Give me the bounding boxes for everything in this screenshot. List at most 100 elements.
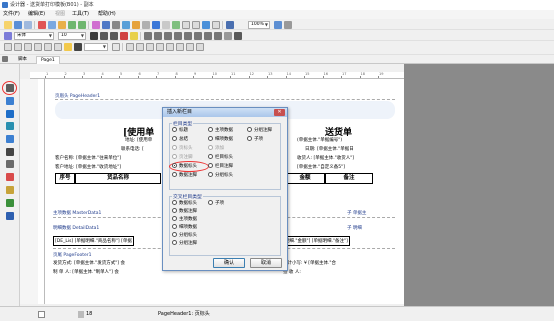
customer-name-field[interactable]: 客户名称: [单据主体."往来单位"] (55, 155, 121, 161)
contact-field[interactable]: 联系电话: [ (121, 146, 144, 152)
font-name-combo[interactable]: 宋体 ▼ (14, 31, 54, 40)
checkbox-object-icon[interactable] (6, 186, 14, 194)
radio-master-data[interactable]: 主项数据 (208, 126, 233, 134)
detail-row[interactable]: [DE_Lis] [单据明细."商品名称"] [单据 (53, 236, 134, 246)
align-middle-icon[interactable] (194, 31, 202, 40)
system-text-icon[interactable] (6, 122, 14, 130)
pointer-icon[interactable] (2, 56, 8, 62)
radio-data-footer[interactable]: 数据注脚 (172, 171, 197, 179)
barcode-object-icon[interactable] (6, 199, 14, 207)
radio-cross-data-footer[interactable]: 数据注脚 (172, 207, 197, 215)
save-icon[interactable] (14, 20, 22, 29)
border-bottom-icon[interactable] (14, 42, 22, 51)
band-title-footer[interactable]: 页尾 PageFooter1 (53, 252, 92, 258)
align-right-icon[interactable] (164, 31, 172, 40)
receiver-field[interactable]: 收货人: [单据主体."收货人"] (297, 155, 354, 161)
menu-file[interactable]: 文件(F) (3, 10, 20, 19)
footer-shipping-field[interactable]: 发货方式: [单据主体."发货方式"] 会 (53, 260, 125, 266)
radio-cross-group-header[interactable]: 分组标头 (172, 231, 197, 239)
data-icon[interactable] (202, 20, 210, 29)
page-setup-icon[interactable] (162, 20, 170, 29)
text-object-icon[interactable] (6, 97, 14, 105)
picture-icon[interactable] (196, 42, 204, 51)
word-wrap-icon[interactable] (176, 42, 184, 51)
memo-object-icon[interactable] (6, 110, 14, 118)
grid-icon[interactable] (102, 20, 110, 29)
remark-field[interactable]: [单据主体."自定义备5"] (297, 164, 345, 170)
auto-width-icon[interactable] (156, 42, 164, 51)
order-no-field[interactable]: (单据主体."单据编号") (297, 137, 342, 143)
shape-object-icon[interactable] (6, 160, 14, 168)
radio-column-header[interactable]: 栏目标头 (208, 153, 233, 161)
preview-icon[interactable] (152, 20, 160, 29)
align-center-icon[interactable] (154, 31, 162, 40)
radio-group-footer[interactable]: 分组注脚 (247, 126, 272, 134)
variables-icon[interactable] (212, 20, 220, 29)
tab-page1[interactable]: Page1 (36, 56, 60, 64)
chart-object-icon[interactable] (6, 173, 14, 181)
detail-row-right[interactable]: 明细."金额"] [单据明细."备注"] (283, 236, 350, 246)
radio-cross-child[interactable]: 子项 (208, 199, 224, 207)
italic-icon[interactable] (100, 31, 108, 40)
zoom-combo[interactable]: 100% ▼ (248, 20, 270, 29)
radio-cross-master[interactable]: 主项数据 (172, 215, 197, 223)
line-color-icon[interactable] (74, 42, 82, 51)
insert-band-icon[interactable] (6, 84, 14, 92)
group-icon[interactable] (132, 20, 140, 29)
table-header-cell[interactable]: 序号 (55, 173, 75, 184)
table-header-cell[interactable]: 货品名称 (75, 173, 161, 184)
font-color-icon[interactable] (120, 31, 128, 40)
format-icon[interactable] (234, 31, 242, 40)
line-width-combo[interactable]: ▼ (84, 42, 108, 51)
open-icon[interactable] (24, 20, 32, 29)
barcode-icon[interactable] (186, 42, 194, 51)
radio-data-header[interactable]: 数据标头 (172, 162, 197, 170)
border-right-icon[interactable] (34, 42, 42, 51)
menu-help[interactable]: 帮助(H) (98, 10, 116, 19)
send-back-icon[interactable] (122, 20, 130, 29)
line-style-icon[interactable] (112, 42, 120, 51)
menu-view[interactable]: 视图 (55, 10, 65, 19)
fit-page-icon[interactable] (274, 20, 282, 29)
align-left-icon[interactable] (144, 31, 152, 40)
table-header-cell[interactable]: 备注 (325, 173, 373, 184)
align-bottom-icon[interactable] (204, 31, 212, 40)
radio-page-header[interactable]: 页标头 (172, 144, 193, 152)
radio-title[interactable]: 标题 (172, 126, 188, 134)
radio-detail-data[interactable]: 细项数据 (208, 135, 233, 143)
close-preview-icon[interactable] (284, 20, 292, 29)
radio-page-footer[interactable]: 页注脚 (172, 153, 193, 161)
export-icon[interactable] (192, 20, 200, 29)
paste-icon[interactable] (58, 20, 66, 29)
border-all-icon[interactable] (44, 42, 52, 51)
radio-cross-detail[interactable]: 细项数据 (172, 223, 197, 231)
font-size-combo[interactable]: 10 ▼ (58, 31, 86, 40)
stretch-icon[interactable] (166, 42, 174, 51)
report-options-icon[interactable] (172, 20, 180, 29)
new-file-icon[interactable] (4, 20, 12, 29)
date-field[interactable]: 日期: [单据主体."单据日 (305, 146, 354, 152)
radio-summary[interactable]: 总结 (172, 135, 188, 143)
menu-tools[interactable]: 工具(T) (72, 10, 89, 19)
frame-icon[interactable] (136, 42, 144, 51)
justify-icon[interactable] (174, 31, 182, 40)
tab-script[interactable]: 脚本 (14, 56, 31, 64)
cut-icon[interactable] (38, 20, 46, 29)
underline-icon[interactable] (110, 31, 118, 40)
highlight-icon[interactable] (130, 31, 138, 40)
text-direction-icon[interactable] (146, 42, 154, 51)
ok-button[interactable]: 确认 (213, 258, 245, 268)
zoom-icon[interactable] (226, 20, 234, 29)
align-top-icon[interactable] (184, 31, 192, 40)
border-top-icon[interactable] (4, 42, 12, 51)
cancel-button[interactable]: 取消 (250, 258, 282, 268)
footer-total-field[interactable]: 会计小写: ¥ [单据主体."合 (283, 260, 336, 266)
radio-group-header[interactable]: 分组标头 (208, 171, 233, 179)
redo-icon[interactable] (78, 20, 86, 29)
print-icon[interactable] (182, 20, 190, 29)
undo-icon[interactable] (68, 20, 76, 29)
subreport-object-icon[interactable] (6, 212, 14, 220)
radio-overlay[interactable]: 添加 (208, 144, 224, 152)
rotate-icon[interactable] (214, 31, 222, 40)
footer-maker-field[interactable]: 制 单 人: [单据主体."制单人"] 会 (53, 269, 119, 275)
